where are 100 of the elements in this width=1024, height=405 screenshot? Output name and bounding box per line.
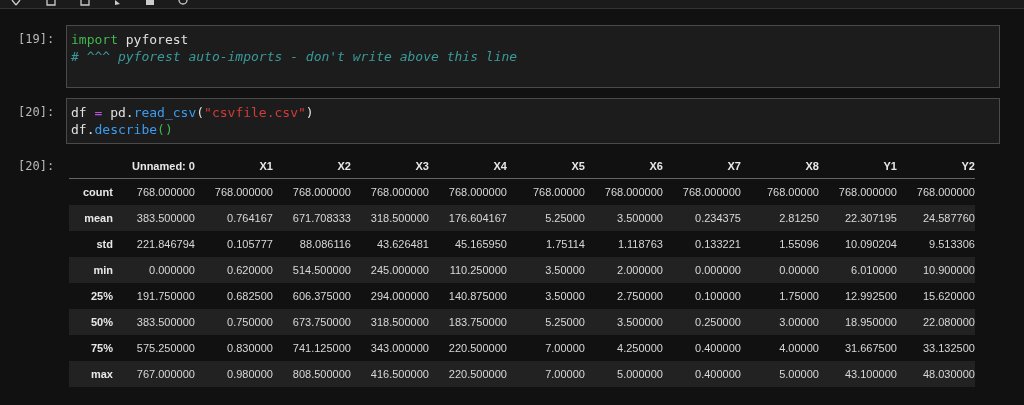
table-cell: 768.000000 xyxy=(194,178,273,205)
row-header: max xyxy=(69,361,117,387)
table-cell: 3.50000 xyxy=(506,283,585,309)
table-cell: 294.000000 xyxy=(350,283,429,309)
table-cell: 1.118763 xyxy=(584,231,663,257)
table-cell: 1.75114 xyxy=(506,231,585,257)
column-header: X3 xyxy=(350,154,429,179)
table-cell: 343.000000 xyxy=(350,335,429,361)
code-editor[interactable]: import pyforest # ^^^ pyforest auto-imports - don't write above this line xyxy=(66,25,1000,88)
table-cell: 0.000000 xyxy=(116,257,195,283)
table-cell: 4.250000 xyxy=(584,335,663,361)
table-cell: 3.00000 xyxy=(740,309,819,335)
table-cell: 12.992500 xyxy=(818,283,897,309)
table-cell: 22.307195 xyxy=(818,205,897,231)
table-cell: 768.000000 xyxy=(272,178,351,205)
table-cell: 0.620000 xyxy=(194,257,273,283)
table-cell: 575.250000 xyxy=(116,335,195,361)
table-cell: 3.500000 xyxy=(584,309,663,335)
table-cell: 514.500000 xyxy=(272,257,351,283)
table-cell: 0.000000 xyxy=(662,257,741,283)
table-cell: 43.626481 xyxy=(350,231,429,257)
table-cell: 606.375000 xyxy=(272,283,351,309)
table-cell: 24.587760 xyxy=(896,205,975,231)
table-cell: 3.500000 xyxy=(584,205,663,231)
table-cell: 0.980000 xyxy=(194,361,273,387)
column-header: X8 xyxy=(740,154,819,179)
table-cell: 220.500000 xyxy=(428,361,507,387)
table-cell: 318.500000 xyxy=(350,309,429,335)
table-cell: 5.00000 xyxy=(740,361,819,387)
table-cell: 10.900000 xyxy=(896,257,975,283)
table-cell: 18.950000 xyxy=(818,309,897,335)
table-cell: 31.667500 xyxy=(818,335,897,361)
table-cell: 2.000000 xyxy=(584,257,663,283)
table-cell: 0.105777 xyxy=(194,231,273,257)
table-cell: 1.55096 xyxy=(740,231,819,257)
column-header: Unnamed: 0 xyxy=(116,154,195,179)
table-cell: 673.750000 xyxy=(272,309,351,335)
stop-icon[interactable] xyxy=(146,0,154,6)
table-cell: 9.513306 xyxy=(896,231,975,257)
table-cell: 0.764167 xyxy=(194,205,273,231)
table-cell: 48.030000 xyxy=(896,361,975,387)
table-cell: 220.500000 xyxy=(428,335,507,361)
row-header: 75% xyxy=(69,335,117,361)
table-cell: 6.010000 xyxy=(818,257,897,283)
table-cell: 318.500000 xyxy=(350,205,429,231)
code-editor[interactable]: df = pd.read_csv("csvfile.csv") df.describe() xyxy=(66,98,1000,144)
column-header: X1 xyxy=(194,154,273,179)
table-cell: 768.000000 xyxy=(662,178,741,205)
table-cell: 0.400000 xyxy=(662,335,741,361)
run-icon[interactable] xyxy=(114,0,122,6)
cell-prompt: [19]: xyxy=(18,31,56,46)
table-cell: 7.00000 xyxy=(506,335,585,361)
table-cell: 808.500000 xyxy=(272,361,351,387)
code-line: df.describe() xyxy=(71,121,174,138)
row-header: mean xyxy=(69,205,117,231)
table-cell: 383.500000 xyxy=(116,309,195,335)
row-header: 50% xyxy=(69,309,117,335)
column-header: X2 xyxy=(272,154,351,179)
table-cell: 5.000000 xyxy=(584,361,663,387)
table-cell: 10.090204 xyxy=(818,231,897,257)
row-header: std xyxy=(69,231,117,257)
table-cell: 2.81250 xyxy=(740,205,819,231)
column-header: X4 xyxy=(428,154,507,179)
cell-prompt: [20]: xyxy=(18,104,56,119)
table-cell: 0.00000 xyxy=(740,257,819,283)
table-cell: 245.000000 xyxy=(350,257,429,283)
table-cell: 0.100000 xyxy=(662,283,741,309)
table-cell: 45.165950 xyxy=(428,231,507,257)
table-cell: 768.000000 xyxy=(818,178,897,205)
table-cell: 768.000000 xyxy=(428,178,507,205)
table-cell: 3.50000 xyxy=(506,257,585,283)
code-line: # ^^^ pyforest auto-imports - don't write above this line xyxy=(71,48,519,65)
table-cell: 768.00000 xyxy=(740,178,819,205)
table-cell: 768.000000 xyxy=(116,178,195,205)
table-cell: 741.125000 xyxy=(272,335,351,361)
output-prompt: [20]: xyxy=(18,158,56,173)
table-cell: 0.133221 xyxy=(662,231,741,257)
table-cell: 22.080000 xyxy=(896,309,975,335)
table-cell: 768.000000 xyxy=(584,178,663,205)
table-cell: 176.604167 xyxy=(428,205,507,231)
table-cell: 0.682500 xyxy=(194,283,273,309)
table-cell: 140.875000 xyxy=(428,283,507,309)
table-cell: 0.750000 xyxy=(194,309,273,335)
table-cell: 191.750000 xyxy=(116,283,195,309)
table-cell: 0.250000 xyxy=(662,309,741,335)
table-cell: 4.00000 xyxy=(740,335,819,361)
column-header: X5 xyxy=(506,154,585,179)
column-header: X6 xyxy=(584,154,663,179)
table-cell: 768.000000 xyxy=(350,178,429,205)
table-cell: 0.830000 xyxy=(194,335,273,361)
code-line: import pyforest xyxy=(71,31,190,48)
table-cell: 768.000000 xyxy=(896,178,975,205)
table-cell: 33.132500 xyxy=(896,335,975,361)
table-cell: 88.086116 xyxy=(272,231,351,257)
column-header: Y1 xyxy=(818,154,897,179)
table-cell: 0.234375 xyxy=(662,205,741,231)
table-cell: 768.00000 xyxy=(506,178,585,205)
table-cell: 110.250000 xyxy=(428,257,507,283)
column-header: X7 xyxy=(662,154,741,179)
table-cell: 7.00000 xyxy=(506,361,585,387)
